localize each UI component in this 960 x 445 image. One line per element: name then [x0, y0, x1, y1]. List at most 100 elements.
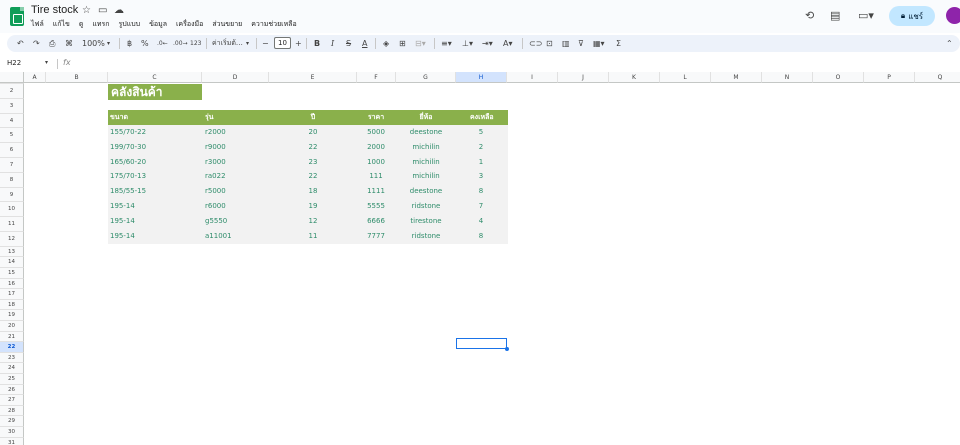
- insert-comment-icon[interactable]: ⊡: [546, 38, 553, 49]
- increase-decimal-button[interactable]: .00→: [173, 38, 188, 49]
- table-header-cell[interactable]: ยี่ห้อ: [404, 110, 448, 125]
- column-header-g[interactable]: G: [396, 72, 456, 83]
- table-cell[interactable]: michilin: [404, 140, 448, 155]
- table-cell[interactable]: deestone: [404, 184, 448, 199]
- undo-icon[interactable]: ↶: [17, 38, 24, 49]
- column-header-a[interactable]: A: [24, 72, 46, 83]
- table-cell[interactable]: tirestone: [404, 214, 448, 229]
- document-title[interactable]: Tire stock: [31, 4, 78, 16]
- chevron-down-icon[interactable]: ▾: [246, 38, 249, 49]
- table-cell[interactable]: 5000: [366, 125, 386, 140]
- table-cell[interactable]: ridstone: [404, 229, 448, 244]
- selected-cell[interactable]: [456, 338, 507, 349]
- table-header-cell[interactable]: รุ่น: [205, 110, 214, 125]
- table-cell[interactable]: 2: [470, 140, 492, 155]
- table-cell[interactable]: deestone: [404, 125, 448, 140]
- row-header-13[interactable]: 13: [0, 246, 24, 258]
- text-rotation-icon[interactable]: A▾: [503, 38, 513, 49]
- currency-button[interactable]: ฿: [127, 38, 132, 49]
- filter-icon[interactable]: ⊽: [578, 38, 584, 49]
- table-cell[interactable]: 22: [301, 169, 325, 184]
- star-icon[interactable]: ☆: [82, 5, 91, 16]
- text-color-icon[interactable]: A: [362, 38, 367, 49]
- row-header-17[interactable]: 17: [0, 289, 24, 300]
- functions-icon[interactable]: Σ: [616, 38, 621, 49]
- font-select[interactable]: ค่าเริ่มต้…: [212, 38, 243, 49]
- table-cell[interactable]: r5000: [205, 184, 226, 199]
- merge-cells-icon[interactable]: ⊟▾: [415, 38, 426, 49]
- menu-view[interactable]: ดู: [79, 19, 84, 30]
- table-cell[interactable]: 7777: [366, 229, 386, 244]
- table-cell[interactable]: r9000: [205, 140, 226, 155]
- table-cell[interactable]: 5555: [366, 199, 386, 214]
- row-header-25[interactable]: 25: [0, 374, 24, 385]
- column-header-n[interactable]: N: [762, 72, 813, 83]
- table-cell[interactable]: 165/60-20: [110, 155, 146, 170]
- sheets-logo-icon[interactable]: [10, 7, 24, 26]
- row-header-6[interactable]: 6: [0, 143, 24, 158]
- share-button[interactable]: 🔒︎ แชร์: [889, 6, 935, 26]
- fill-handle[interactable]: [505, 347, 509, 351]
- row-header-24[interactable]: 24: [0, 363, 24, 374]
- table-cell[interactable]: 12: [301, 214, 325, 229]
- column-header-o[interactable]: O: [813, 72, 864, 83]
- table-cell[interactable]: 111: [366, 169, 386, 184]
- table-cell[interactable]: 7: [470, 199, 492, 214]
- column-header-j[interactable]: J: [558, 72, 609, 83]
- row-header-29[interactable]: 29: [0, 416, 24, 427]
- table-cell[interactable]: 22: [301, 140, 325, 155]
- collapse-menu-icon[interactable]: ⌃: [946, 38, 953, 49]
- table-header-cell[interactable]: ราคา: [366, 110, 386, 125]
- insert-chart-icon[interactable]: ▥: [562, 38, 570, 49]
- table-cell[interactable]: 195-14: [110, 199, 135, 214]
- column-header-l[interactable]: L: [660, 72, 711, 83]
- select-all-corner[interactable]: [0, 72, 24, 83]
- row-header-3[interactable]: 3: [0, 98, 24, 114]
- menu-help[interactable]: ความช่วยเหลือ: [251, 19, 296, 30]
- decrease-decimal-button[interactable]: .0←: [157, 38, 168, 49]
- row-header-28[interactable]: 28: [0, 405, 24, 417]
- table-cell[interactable]: 1000: [366, 155, 386, 170]
- name-box[interactable]: H22: [7, 59, 21, 67]
- italic-icon[interactable]: I: [331, 38, 334, 49]
- row-header-16[interactable]: 16: [0, 278, 24, 290]
- table-cell[interactable]: r2000: [205, 125, 226, 140]
- table-cell[interactable]: 4: [470, 214, 492, 229]
- row-header-27[interactable]: 27: [0, 395, 24, 406]
- column-header-d[interactable]: D: [202, 72, 269, 83]
- percent-button[interactable]: %: [141, 38, 149, 49]
- history-icon[interactable]: ⟲: [805, 9, 814, 22]
- print-icon[interactable]: ⎙: [49, 38, 55, 49]
- chevron-down-icon[interactable]: ▾: [45, 59, 48, 66]
- menu-edit[interactable]: แก้ไข: [53, 19, 70, 30]
- avatar[interactable]: [946, 7, 960, 24]
- table-cell[interactable]: 23: [301, 155, 325, 170]
- row-header-14[interactable]: 14: [0, 257, 24, 268]
- vertical-align-icon[interactable]: ⊥▾: [462, 38, 473, 49]
- row-header-4[interactable]: 4: [0, 113, 24, 129]
- fill-color-icon[interactable]: ◈: [383, 38, 389, 49]
- row-header-9[interactable]: 9: [0, 187, 24, 203]
- menu-extensions[interactable]: ส่วนขยาย: [212, 19, 242, 30]
- column-header-p[interactable]: P: [864, 72, 915, 83]
- font-size-increase-button[interactable]: +: [295, 38, 302, 49]
- table-cell[interactable]: 3: [470, 169, 492, 184]
- table-cell[interactable]: 19: [301, 199, 325, 214]
- menu-format[interactable]: รูปแบบ: [119, 19, 141, 30]
- redo-icon[interactable]: ↷: [33, 38, 40, 49]
- row-header-20[interactable]: 20: [0, 321, 24, 332]
- paint-format-icon[interactable]: ⌘: [65, 38, 73, 49]
- table-cell[interactable]: 1111: [366, 184, 386, 199]
- table-cell[interactable]: 8: [470, 229, 492, 244]
- table-cell[interactable]: 195-14: [110, 229, 135, 244]
- column-header-c[interactable]: C: [108, 72, 202, 83]
- filter-views-icon[interactable]: ▦▾: [593, 38, 605, 49]
- table-cell[interactable]: 175/70-13: [110, 169, 146, 184]
- table-cell[interactable]: 199/70-30: [110, 140, 146, 155]
- table-cell[interactable]: r3000: [205, 155, 226, 170]
- table-cell[interactable]: a11001: [205, 229, 232, 244]
- align-left-icon[interactable]: ≡▾: [441, 38, 452, 49]
- table-header-cell[interactable]: ขนาด: [110, 110, 128, 125]
- row-header-18[interactable]: 18: [0, 299, 24, 311]
- column-header-m[interactable]: M: [711, 72, 762, 83]
